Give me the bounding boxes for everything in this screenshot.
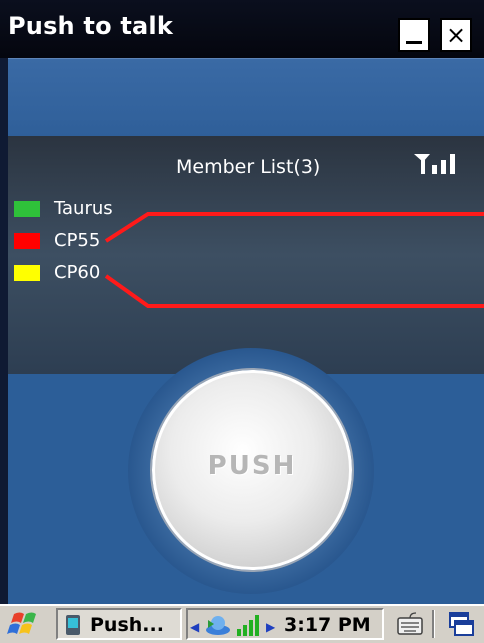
close-button[interactable]: ×: [440, 18, 472, 52]
close-icon: ×: [445, 21, 467, 49]
member-list-panel: Member List(3) Taurus CP55 CP60: [8, 136, 484, 374]
taskbar: Push... ◀ ▶ 3:17 PM: [0, 604, 484, 643]
top-band: [8, 58, 484, 137]
network-icon[interactable]: [204, 614, 232, 636]
push-button-label: PUSH: [207, 451, 297, 481]
title-bar: Push to talk ×: [0, 0, 484, 58]
system-tray: ◀ ▶ 3:17 PM: [186, 608, 384, 640]
taskbar-separator: [432, 610, 435, 638]
keyboard-icon[interactable]: [392, 610, 428, 638]
window-title: Push to talk: [8, 12, 173, 40]
highlight-bracket: [104, 212, 484, 308]
tray-left-arrow-icon[interactable]: ◀: [190, 620, 199, 634]
windows-flag-icon[interactable]: [4, 610, 44, 638]
push-to-talk-button[interactable]: PUSH: [152, 370, 352, 570]
app-area: Member List(3) Taurus CP55 CP60 PUSH: [8, 58, 484, 604]
taskbar-clock[interactable]: 3:17 PM: [284, 614, 371, 636]
tray-right-arrow-icon[interactable]: ▶: [266, 620, 275, 634]
taskbar-app-button[interactable]: Push...: [56, 608, 182, 640]
minimize-button[interactable]: [398, 18, 430, 52]
window-left-edge: [0, 58, 8, 604]
taskbar-app-label: Push...: [90, 614, 164, 636]
push-to-talk-app-icon: [66, 615, 80, 635]
signal-bars-icon[interactable]: [236, 613, 260, 637]
window-switch-icon[interactable]: [442, 610, 478, 638]
minimize-icon: [406, 41, 422, 44]
